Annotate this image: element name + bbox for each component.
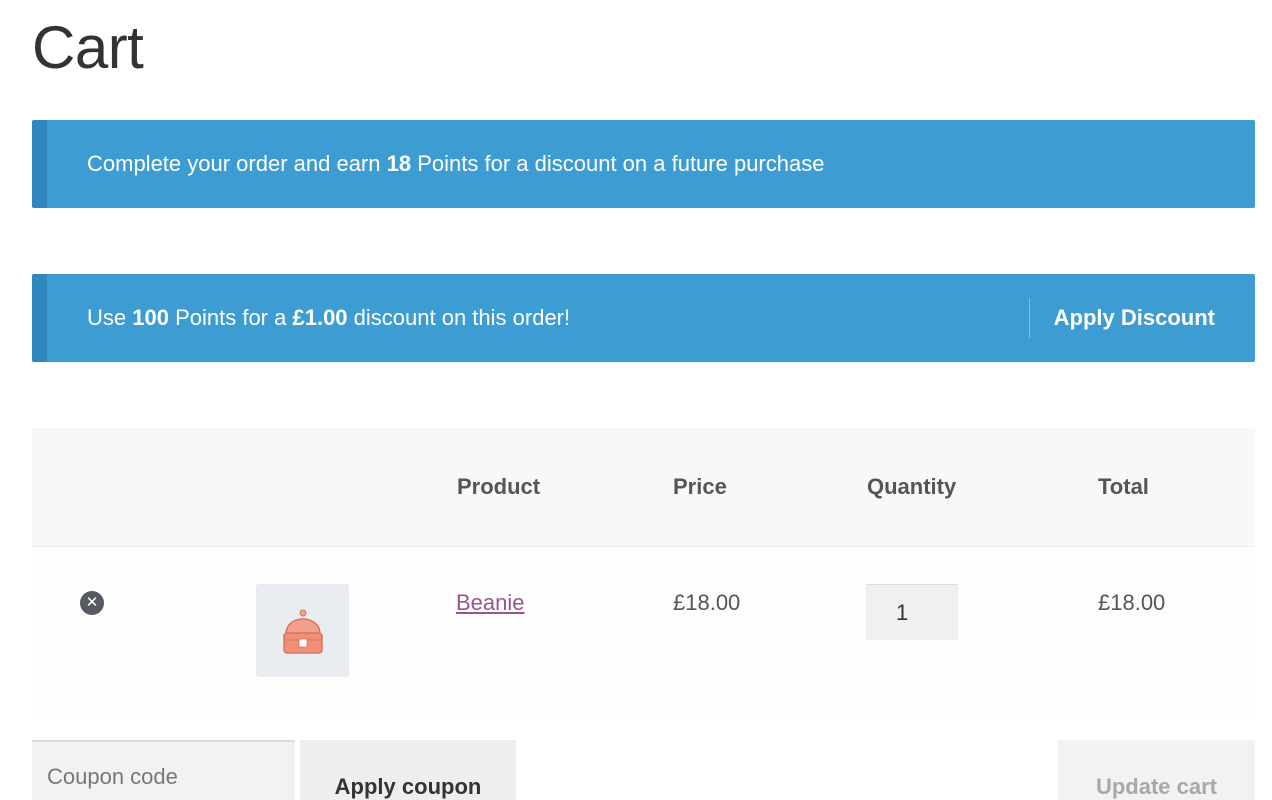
apply-coupon-button[interactable]: Apply coupon [300,740,516,800]
cart-row-content: ✕ Beanie £18.00 £18.00 [32,428,1255,716]
coupon-code-input[interactable] [32,740,295,800]
earn-prefix: Complete your order and earn [87,151,387,176]
earn-suffix: Points for a discount on a future purcha… [411,151,825,176]
product-price: £18.00 [673,590,741,615]
points-earn-message: Complete your order and earn 18 Points f… [47,151,824,177]
points-redeem-message: Use 100 Points for a £1.00 discount on t… [47,305,570,331]
close-circle-icon[interactable]: ✕ [80,591,104,615]
redeem-prefix: Use [87,305,133,330]
notice-divider [1029,298,1030,338]
redeem-amount: £1.00 [292,305,348,330]
points-redeem-notice: Use 100 Points for a £1.00 discount on t… [32,274,1255,362]
redeem-suffix: discount on this order! [347,305,571,330]
points-earn-notice: Complete your order and earn 18 Points f… [32,120,1255,208]
redeem-points: 100 [132,305,169,330]
product-subtotal: £18.00 [1098,590,1166,615]
apply-discount-button[interactable]: Apply Discount [1054,274,1215,362]
beanie-icon [283,609,323,654]
redeem-middle: Points for a [168,305,293,330]
earn-points: 18 [386,151,412,176]
page-title: Cart [32,14,144,81]
quantity-input[interactable] [866,584,958,640]
product-name-link[interactable]: Beanie [456,590,525,616]
cart-page: Cart Complete your order and earn 18 Poi… [0,0,1272,800]
product-thumbnail[interactable] [256,584,349,677]
update-cart-button[interactable]: Update cart [1058,740,1255,800]
